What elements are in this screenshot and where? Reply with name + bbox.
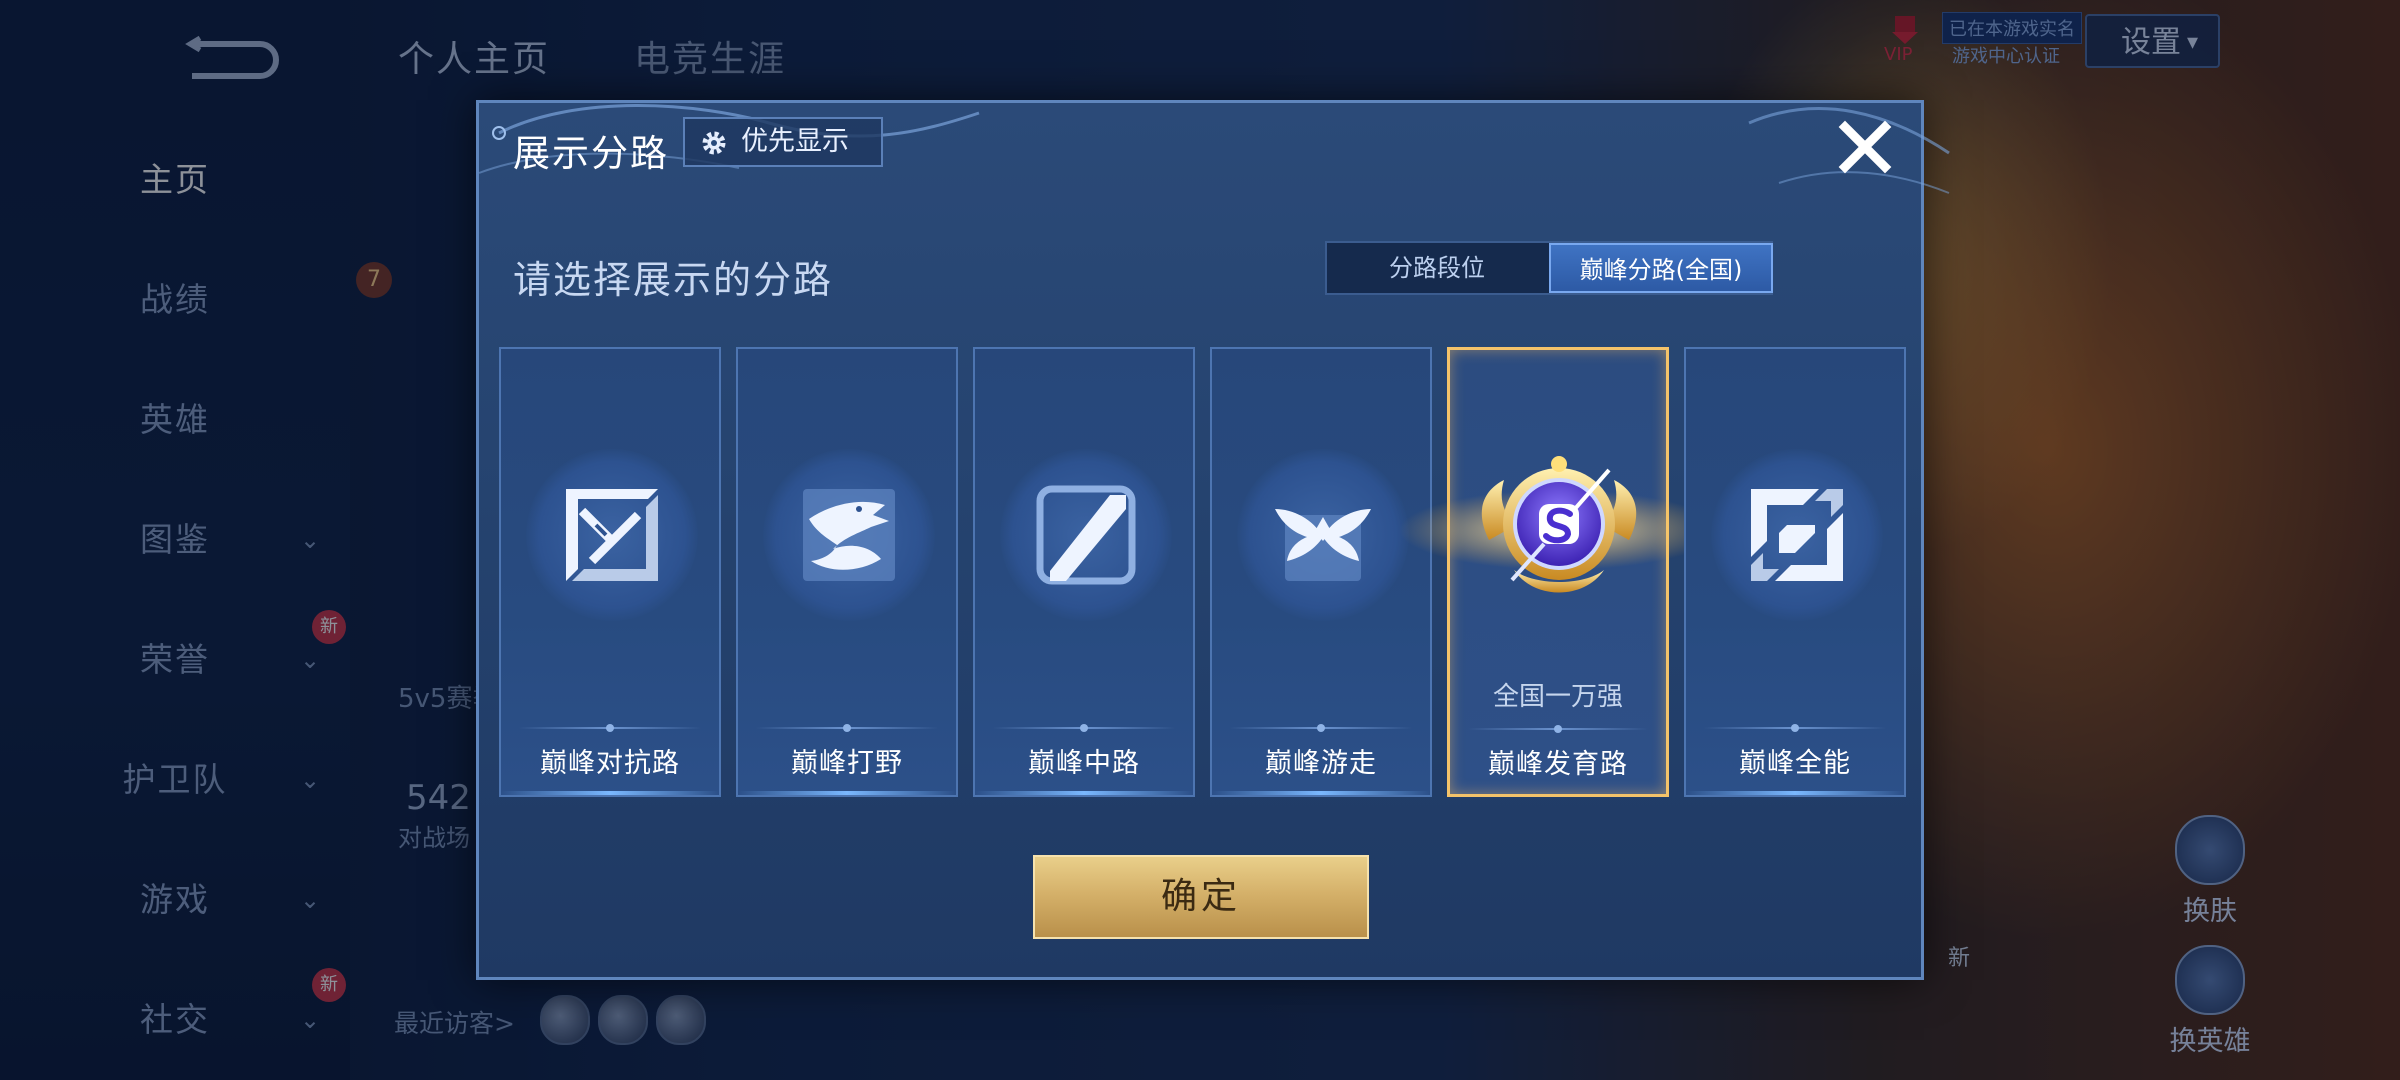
- lane-card-all-round[interactable]: 巅峰全能: [1684, 347, 1906, 797]
- gear-icon: [702, 131, 726, 155]
- icon-backdrop: [526, 449, 698, 621]
- divider: [1230, 724, 1412, 732]
- clash-lane-icon: [566, 489, 658, 581]
- icon-backdrop: [763, 449, 935, 621]
- lane-label: 巅峰发育路: [1488, 749, 1628, 780]
- priority-display-button[interactable]: 优先显示: [683, 117, 883, 167]
- divider: [1468, 725, 1648, 733]
- card-glow: [975, 791, 1193, 795]
- lane-label: 巅峰中路: [1028, 748, 1140, 779]
- dialog-title: 展示分路: [513, 132, 669, 175]
- lane-card-clash[interactable]: 巅峰对抗路: [499, 347, 721, 797]
- all-round-icon: [1751, 489, 1843, 581]
- divider: [993, 724, 1175, 732]
- lane-card-mid[interactable]: 巅峰中路: [973, 347, 1195, 797]
- icon-backdrop: [1237, 449, 1409, 621]
- lane-label: 巅峰对抗路: [540, 748, 680, 779]
- card-glow: [501, 791, 719, 795]
- lane-label: 巅峰游走: [1265, 748, 1377, 779]
- toggle-option-lane-rank[interactable]: 分路段位: [1327, 243, 1547, 293]
- roam-wings-icon: [1275, 509, 1371, 581]
- farm-lane-medal-icon: [1399, 456, 1719, 593]
- rank-text: 全国一万强: [1492, 682, 1623, 712]
- lane-label: 巅峰打野: [791, 748, 903, 779]
- lane-label: 巅峰全能: [1739, 748, 1851, 779]
- lane-card-farm[interactable]: 全国一万强 巅峰发育路: [1399, 347, 1719, 797]
- lane-card-jungle[interactable]: 巅峰打野: [736, 347, 958, 797]
- prompt-text: 请选择展示的分路: [513, 258, 834, 302]
- divider: [1704, 724, 1886, 732]
- card-glow: [738, 791, 956, 795]
- icon-backdrop: [1000, 449, 1172, 621]
- icon-backdrop: [1711, 449, 1883, 621]
- divider: [756, 724, 938, 732]
- toggle-option-peak-national[interactable]: 巅峰分路(全国): [1549, 243, 1773, 293]
- close-icon[interactable]: [1835, 117, 1895, 177]
- card-glow: [1686, 791, 1904, 795]
- mid-lane-icon: [1036, 485, 1136, 585]
- confirm-button[interactable]: 确定: [1033, 855, 1369, 939]
- jungle-dragon-icon: [803, 489, 895, 581]
- card-glow: [1212, 791, 1430, 795]
- ranking-mode-toggle: 分路段位 巅峰分路(全国): [1325, 241, 1773, 295]
- lane-display-dialog: 展示分路 优先显示 请选择展示的分路 分路段位 巅峰分路(全国) 巅峰对抗路 巅…: [476, 100, 1950, 980]
- divider: [519, 724, 701, 732]
